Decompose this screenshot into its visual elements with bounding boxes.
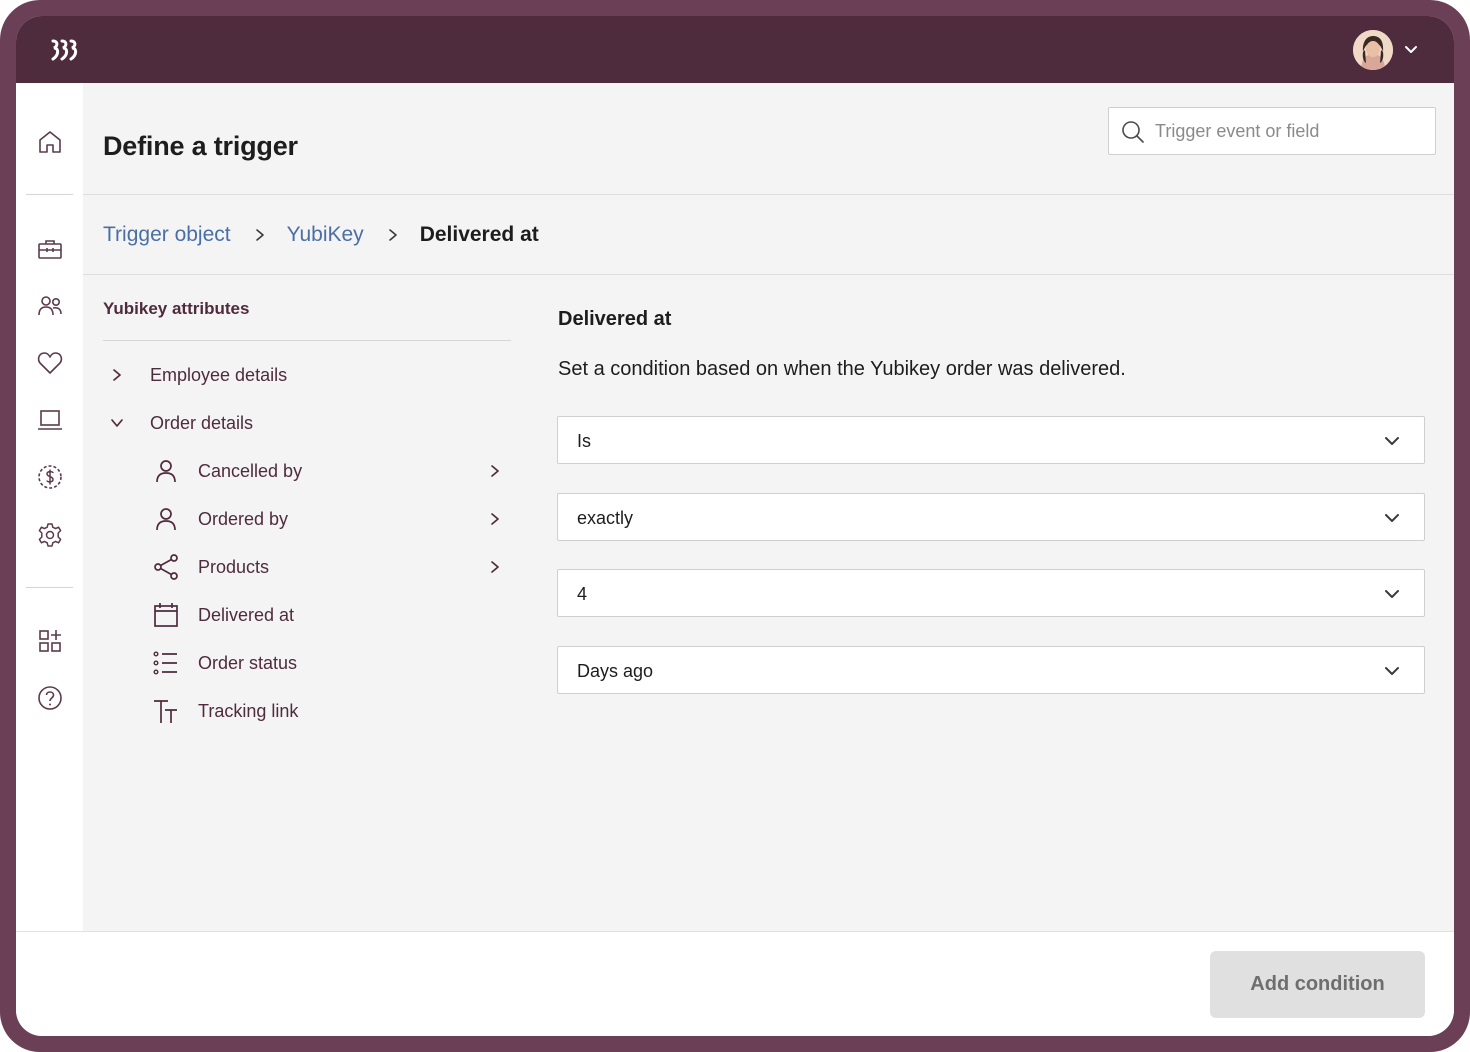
settings-icon[interactable] [36, 521, 64, 549]
user-avatar[interactable] [1353, 30, 1393, 70]
operator-value: Is [577, 431, 592, 451]
field-order-status[interactable]: Order status [152, 643, 512, 683]
home-icon[interactable] [36, 128, 64, 156]
chevron-right-icon [255, 229, 264, 241]
page-title: Define a trigger [103, 131, 298, 161]
laptop-icon[interactable] [36, 406, 64, 434]
top-bar [16, 16, 1454, 83]
header-divider [83, 194, 1454, 195]
share-icon [154, 554, 178, 580]
unit-select[interactable]: Days ago [557, 646, 1425, 694]
condition-title: Delivered at [558, 308, 672, 330]
condition-description: Set a condition based on when the Yubike… [558, 358, 1126, 380]
operator-select[interactable]: Is [557, 416, 1425, 464]
list-icon [153, 651, 177, 675]
calendar-icon [154, 603, 178, 627]
match-select[interactable]: exactly [557, 493, 1425, 541]
person-icon [156, 508, 176, 531]
chevron-down-icon [1385, 590, 1399, 598]
sidebar-divider [26, 587, 73, 588]
field-products[interactable]: Products [152, 547, 512, 587]
chevron-right-icon [491, 465, 499, 477]
field-label: Cancelled by [198, 460, 303, 481]
chevron-down-icon[interactable] [1404, 42, 1418, 56]
tree-group-order-details[interactable]: Order details [109, 403, 253, 443]
field-label: Tracking link [198, 700, 299, 721]
breadcrumb-trigger-object[interactable]: Trigger object [103, 223, 231, 247]
field-cancelled-by[interactable]: Cancelled by [152, 451, 512, 491]
field-delivered-at[interactable]: Delivered at [152, 595, 512, 635]
search-box[interactable] [1108, 107, 1436, 155]
chevron-right-icon [113, 369, 121, 381]
unit-value: Days ago [577, 661, 654, 681]
sidebar-nav [16, 83, 83, 931]
footer-bar: Add condition [16, 931, 1454, 1036]
tree-group-label: Employee details [150, 364, 288, 385]
chevron-down-icon [1385, 514, 1399, 522]
chevron-down-icon [1385, 437, 1399, 445]
chevron-down-icon [1385, 667, 1399, 675]
amount-select[interactable]: 4 [557, 569, 1425, 617]
field-label: Ordered by [198, 508, 289, 529]
add-condition-button[interactable]: Add condition [1210, 951, 1425, 1018]
field-ordered-by[interactable]: Ordered by [152, 499, 512, 539]
tree-group-label: Order details [150, 412, 254, 433]
breadcrumb-yubikey[interactable]: YubiKey [287, 223, 364, 247]
help-icon[interactable] [36, 684, 64, 712]
device-frame: Define a trigger Trigger object YubiKey … [0, 0, 1470, 1052]
search-icon [1122, 121, 1144, 143]
breadcrumb-divider [83, 274, 1454, 275]
amount-value: 4 [577, 584, 588, 604]
apps-add-icon[interactable] [36, 627, 64, 655]
heart-icon[interactable] [36, 349, 64, 377]
dollar-icon[interactable] [36, 463, 64, 491]
field-label: Order status [198, 652, 298, 673]
text-icon [154, 700, 177, 723]
attributes-divider [103, 340, 511, 341]
sidebar-divider [26, 194, 73, 195]
search-input[interactable] [1155, 118, 1425, 144]
field-label: Delivered at [198, 604, 295, 625]
chevron-right-icon [491, 561, 499, 573]
chevron-down-icon [111, 419, 123, 427]
attributes-heading: Yubikey attributes [103, 299, 250, 318]
breadcrumb-current: Delivered at [419, 223, 539, 246]
match-value: exactly [577, 508, 634, 528]
tree-group-employee-details[interactable]: Employee details [109, 355, 287, 395]
logo-icon[interactable] [50, 39, 80, 61]
field-tracking-link[interactable]: Tracking link [152, 691, 512, 731]
people-icon[interactable] [36, 292, 64, 320]
person-icon [156, 460, 176, 483]
breadcrumb: Trigger object YubiKey Delivered at [103, 221, 539, 249]
chevron-right-icon [388, 229, 397, 241]
briefcase-icon[interactable] [36, 235, 64, 263]
field-label: Products [198, 556, 270, 577]
chevron-right-icon [491, 513, 499, 525]
avatar-image-icon [1353, 30, 1393, 70]
app-screen: Define a trigger Trigger object YubiKey … [16, 16, 1454, 1036]
main-content: Define a trigger Trigger object YubiKey … [83, 83, 1454, 931]
